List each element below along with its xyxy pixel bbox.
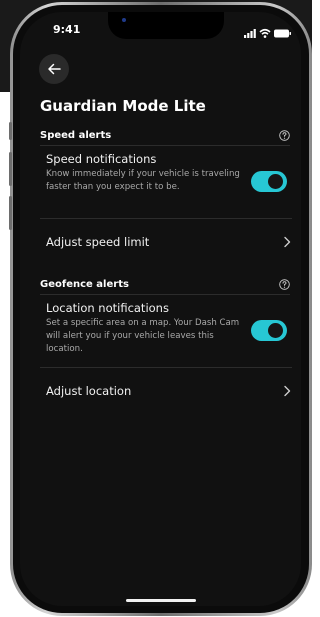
section-header-geofence-alerts: Geofence alerts (40, 278, 290, 295)
adjust-speed-limit-label: Adjust speed limit (46, 235, 150, 249)
section-label-speed-alerts: Speed alerts (40, 130, 112, 141)
speed-notifications-setting: Speed notifications Know immediately if … (46, 152, 296, 210)
toggle-knob (268, 323, 283, 338)
signal-icon (244, 29, 256, 38)
chevron-right-icon (284, 236, 291, 248)
speed-notifications-title: Speed notifications (46, 152, 157, 166)
adjust-location-label: Adjust location (46, 384, 132, 398)
mute-switch (9, 122, 12, 140)
adjust-speed-limit-row[interactable]: Adjust speed limit (46, 232, 292, 252)
status-time: 9:41 (53, 23, 81, 36)
location-notifications-description: Set a specific area on a map. Your Dash … (46, 318, 240, 354)
arrow-left-icon (48, 63, 61, 75)
home-indicator[interactable] (126, 599, 196, 602)
volume-up-key (9, 152, 12, 186)
volume-down-key (9, 196, 12, 230)
toggle-knob (268, 174, 283, 189)
chevron-right-icon (284, 385, 291, 397)
section-header-speed-alerts: Speed alerts (40, 129, 290, 146)
back-button[interactable] (39, 54, 69, 84)
battery-icon (274, 29, 291, 38)
status-bar: 9:41 (20, 12, 301, 48)
notch (108, 12, 224, 39)
wifi-icon (259, 28, 271, 38)
location-notifications-title: Location notifications (46, 301, 169, 315)
page-title: Guardian Mode Lite (40, 97, 206, 115)
help-circle-icon[interactable] (279, 279, 290, 290)
divider (40, 218, 292, 219)
adjust-location-row[interactable]: Adjust location (46, 381, 292, 401)
location-notifications-toggle[interactable] (251, 320, 287, 341)
speed-notifications-toggle[interactable] (251, 171, 287, 192)
app-screen: 9:41 Guardian Mode Lite Speed alerts Spe… (20, 12, 301, 606)
location-notifications-setting: Location notifications Set a specific ar… (46, 301, 296, 359)
help-circle-icon[interactable] (279, 130, 290, 141)
speed-notifications-description: Know immediately if your vehicle is trav… (46, 169, 240, 192)
status-icons (244, 24, 294, 38)
section-label-geofence-alerts: Geofence alerts (40, 279, 129, 290)
camera-dot (122, 18, 126, 22)
divider (40, 367, 292, 368)
